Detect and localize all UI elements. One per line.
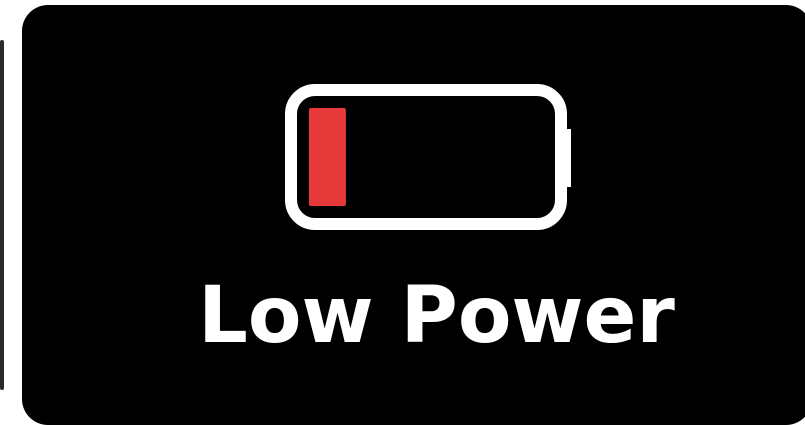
battery-charge-fill: [309, 108, 346, 206]
battery-low-icon: [285, 84, 571, 230]
battery-terminal: [561, 129, 571, 187]
window-edge: [0, 40, 4, 390]
low-power-card: Low Power: [22, 5, 805, 425]
status-label: Low Power: [198, 271, 675, 361]
